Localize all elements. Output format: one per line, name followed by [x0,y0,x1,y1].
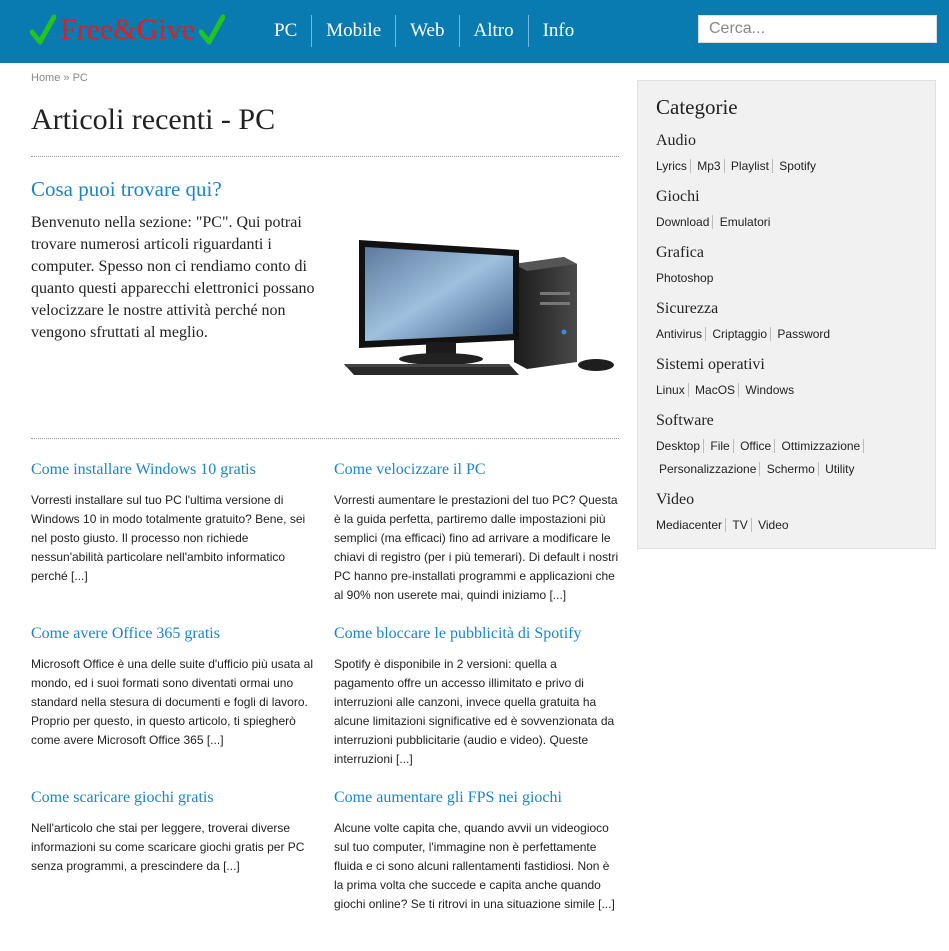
category-link[interactable]: Playlist [727,159,773,173]
category-link[interactable]: Antivirus [656,327,707,341]
category-link[interactable]: Ottimizzazione [778,439,865,453]
category-link[interactable]: Mp3 [694,159,725,173]
article-title[interactable]: Come bloccare le pubblicità di Spotify [334,623,619,645]
category-name[interactable]: Video [656,491,917,509]
logo-text: Free&Give [60,13,195,46]
article-card: Come avere Office 365 gratis Microsoft O… [31,623,316,787]
category-group: Video Mediacenter TV Video [656,491,917,537]
breadcrumb-current: PC [72,72,88,84]
main-nav: PC Mobile Web Altro Info [260,15,588,47]
category-link[interactable]: Photoshop [656,271,716,285]
sidebar-title: Categorie [656,95,738,119]
category-group: Sicurezza Antivirus Criptaggio Password [656,300,917,346]
page-title: Articoli recenti - PC [31,103,276,136]
category-link[interactable]: Windows [742,383,797,397]
main-content: Home » PC Articoli recenti - PC Cosa puo… [31,63,619,951]
article-card: Come velocizzare il PC Vorresti aumentar… [334,459,619,623]
categories-sidebar: Categorie Audio Lyrics Mp3 Playlist Spoti… [637,80,936,549]
category-link[interactable]: Lyrics [656,159,691,173]
breadcrumb: Home » PC [31,72,619,84]
category-link[interactable]: Spotify [776,159,819,173]
category-link[interactable]: Video [755,518,791,532]
article-excerpt: Vorresti installare sul tuo PC l'ultima … [31,493,306,583]
divider [31,156,619,157]
category-link[interactable]: Download [656,215,714,229]
article-card: Come bloccare le pubblicità di Spotify S… [334,623,619,787]
category-link[interactable]: Utility [822,462,857,476]
category-link[interactable]: Mediacenter [656,518,727,532]
category-group: Software Desktop File Office Ottimizzazio… [656,412,917,481]
article-excerpt: Spotify è disponibile in 2 versioni: que… [334,657,615,766]
category-link[interactable]: Emulatori [717,215,774,229]
intro-section: Benvenuto nella sezione: "PC". Qui potra… [31,212,619,418]
category-links: Mediacenter TV Video [656,514,917,537]
article-excerpt: Microsoft Office è una delle suite d'uff… [31,657,314,747]
article-title[interactable]: Come avere Office 365 gratis [31,623,316,645]
article-excerpt: Alcune volte capita che, quando avvii un… [334,821,615,911]
nav-item-web[interactable]: Web [396,15,460,47]
article-grid: Come installare Windows 10 gratis Vorres… [31,459,619,951]
site-logo[interactable]: Free&Give [30,10,225,50]
category-links: Antivirus Criptaggio Password [656,323,917,346]
check-icon [198,14,225,45]
nav-item-pc[interactable]: PC [260,15,313,47]
breadcrumb-home[interactable]: Home [31,72,60,84]
category-name[interactable]: Sistemi operativi [656,356,917,374]
category-group: Grafica Photoshop [656,244,917,290]
category-link[interactable]: Office [737,439,776,453]
category-link[interactable]: Personalizzazione [656,462,761,476]
category-links: Download Emulatori [656,211,917,234]
desktop-computer-image [344,240,614,375]
category-links: Desktop File Office Ottimizzazione Perso… [656,435,917,481]
category-link[interactable]: File [707,439,734,453]
category-name[interactable]: Sicurezza [656,300,917,318]
category-link[interactable]: Password [774,327,833,341]
category-link[interactable]: Criptaggio [709,327,772,341]
check-icon [30,14,56,45]
article-card: Come scaricare giochi gratis Nell'artico… [31,787,316,951]
category-group: Sistemi operativi Linux MacOS Windows [656,356,917,402]
category-name[interactable]: Giochi [656,188,917,206]
article-title[interactable]: Come velocizzare il PC [334,459,619,481]
category-group: Audio Lyrics Mp3 Playlist Spotify [656,132,917,178]
category-link[interactable]: TV [729,518,752,532]
category-name[interactable]: Software [656,412,917,430]
nav-item-altro[interactable]: Altro [460,15,529,47]
category-name[interactable]: Audio [656,132,917,150]
category-list: Audio Lyrics Mp3 Playlist Spotify Giochi D… [656,132,917,537]
article-card: Come installare Windows 10 gratis Vorres… [31,459,316,623]
category-link[interactable]: MacOS [692,383,740,397]
divider [31,438,619,439]
category-group: Giochi Download Emulatori [656,188,917,234]
breadcrumb-separator: » [63,72,70,84]
intro-text: Benvenuto nella sezione: "PC". Qui potra… [31,214,315,341]
category-link[interactable]: Linux [656,383,689,397]
article-excerpt: Nell'articolo che stai per leggere, trov… [31,821,305,873]
site-header: Free&Give PC Mobile Web Altro Info [0,0,949,63]
article-title[interactable]: Come scaricare giochi gratis [31,787,316,809]
category-links: Photoshop [656,267,917,290]
category-link[interactable]: Schermo [763,462,819,476]
intro-title: Cosa puoi trovare qui? [31,177,222,201]
category-name[interactable]: Grafica [656,244,917,262]
category-link[interactable]: Desktop [656,439,705,453]
category-links: Linux MacOS Windows [656,379,917,402]
article-title[interactable]: Come installare Windows 10 gratis [31,459,316,481]
nav-item-mobile[interactable]: Mobile [312,15,397,47]
nav-item-info[interactable]: Info [529,15,589,47]
article-title[interactable]: Come aumentare gli FPS nei giochi [334,787,619,809]
article-excerpt: Vorresti aumentare le prestazioni del tu… [334,493,619,602]
category-links: Lyrics Mp3 Playlist Spotify [656,155,917,178]
article-card: Come aumentare gli FPS nei giochi Alcune… [334,787,619,951]
search-input[interactable] [698,15,937,43]
